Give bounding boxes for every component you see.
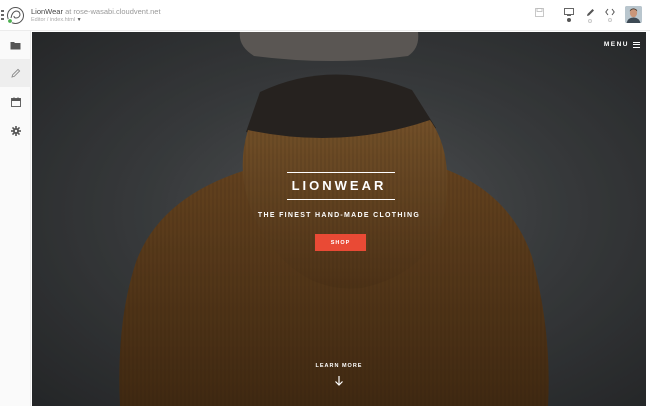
save-icon [534, 8, 544, 17]
site-name[interactable]: LionWear [31, 7, 63, 16]
code-mode-button[interactable] [603, 8, 617, 24]
hero-tagline: THE FINEST HAND-MADE CLOTHING [257, 212, 421, 219]
save-button[interactable] [532, 8, 546, 24]
sidebar-item-files[interactable] [0, 31, 31, 59]
mode-indicator [608, 18, 612, 22]
hero-content: LIONWEAR THE FINEST HAND-MADE CLOTHING S… [32, 32, 646, 406]
chevron-down-icon: ▼ [76, 17, 82, 23]
top-bar: LionWear at rose-wasabi.cloudvent.net Ed… [0, 0, 650, 31]
folder-icon [10, 41, 21, 49]
desktop-preview-button[interactable] [562, 8, 576, 24]
mode-indicator [588, 19, 592, 23]
pencil-icon [586, 9, 594, 16]
code-icon [605, 8, 615, 16]
sidebar [0, 31, 31, 406]
breadcrumb-path: Editor / index.html [31, 17, 76, 23]
brand-bottom-rule [287, 199, 395, 200]
edit-mode-button[interactable] [583, 8, 597, 24]
shop-button[interactable]: SHOP [315, 234, 366, 251]
gear-icon [10, 126, 21, 136]
user-avatar[interactable] [625, 6, 642, 23]
sidebar-item-schedule[interactable] [0, 88, 31, 116]
brand-top-rule [287, 172, 395, 173]
arrow-down-icon[interactable] [333, 375, 345, 387]
hero-brand-title: LIONWEAR [291, 178, 387, 193]
pencil-icon [10, 68, 20, 78]
site-preview-canvas: MENU LIONWEAR THE FINEST HAND-MADE CLOTH… [32, 32, 646, 406]
sidebar-item-editor[interactable] [0, 59, 31, 87]
calendar-icon [10, 97, 21, 107]
site-host[interactable]: rose-wasabi.cloudvent.net [73, 7, 160, 16]
desktop-preview-icon [564, 8, 574, 16]
site-at-label: at [65, 7, 72, 16]
breadcrumb[interactable]: Editor / index.html ▼ [31, 17, 82, 23]
site-logo-icon[interactable] [6, 6, 25, 25]
learn-more-link[interactable]: LEARN MORE [32, 363, 646, 369]
active-mode-indicator [567, 18, 571, 22]
sidebar-item-settings[interactable] [0, 117, 31, 145]
site-title: LionWear at rose-wasabi.cloudvent.net [31, 7, 161, 16]
hamburger-icon[interactable] [1, 10, 4, 20]
